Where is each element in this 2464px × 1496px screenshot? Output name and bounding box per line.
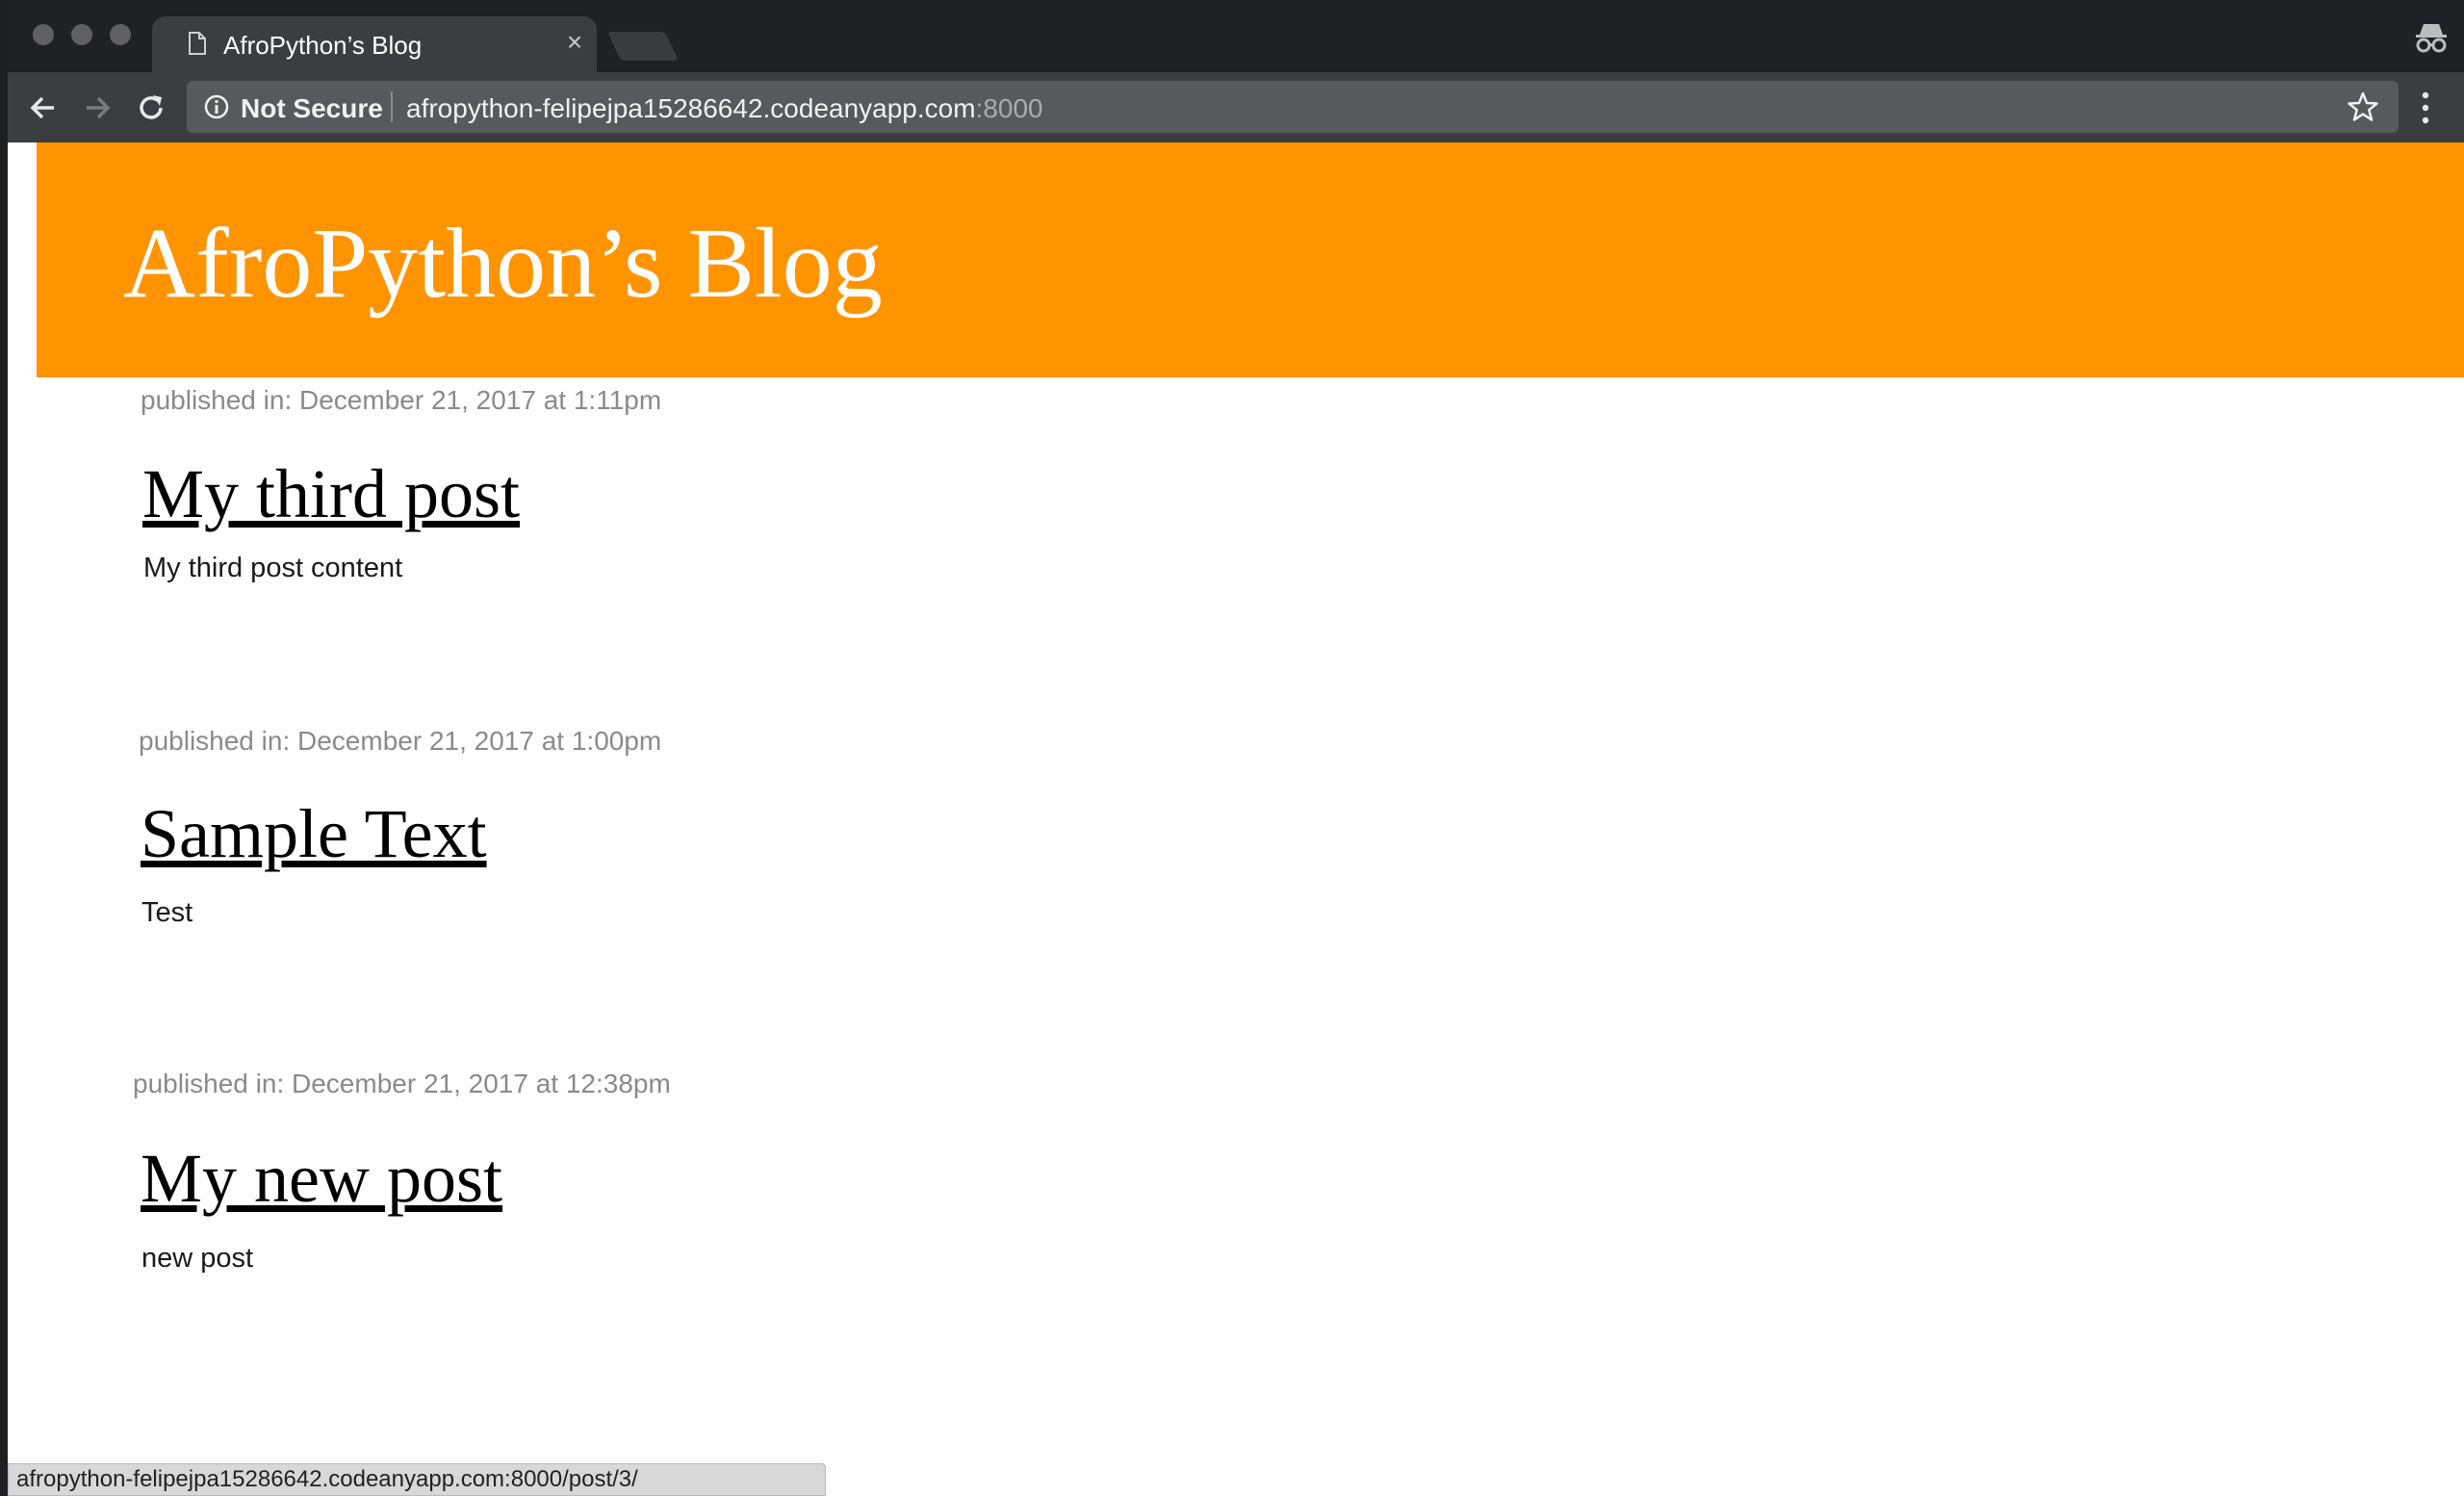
post-title-link[interactable]: My third post [142, 454, 520, 534]
back-arrow-icon[interactable] [25, 90, 62, 126]
kebab-menu-icon[interactable] [2420, 90, 2431, 126]
browser-toolbar: Not Secure afropython-felipejpa15286642.… [8, 72, 2464, 142]
tab-active[interactable]: AfroPython’s Blog × [152, 16, 597, 72]
blog-header: AfroPython’s Blog [37, 142, 2464, 377]
tab-title: AfroPython’s Blog [223, 31, 423, 60]
post-date: published in: December 21, 2017 at 1:11p… [141, 385, 662, 415]
browser-window: AfroPython’s Blog × Not Secure afropytho… [8, 0, 2464, 1496]
bookmark-star-icon[interactable] [2347, 90, 2379, 123]
link-status-bubble: afropython-felipejpa15286642.codeanyapp.… [8, 1463, 826, 1496]
post-body: Test [141, 897, 193, 928]
url-port: :8000 [975, 93, 1043, 123]
info-icon[interactable] [204, 94, 229, 119]
window-maximize-button[interactable] [110, 24, 131, 45]
window-close-button[interactable] [33, 24, 54, 45]
address-bar[interactable]: Not Secure afropython-felipejpa15286642.… [187, 81, 2399, 133]
post-body: My third post content [143, 553, 403, 583]
url-text[interactable]: afropython-felipejpa15286642.codeanyapp.… [406, 93, 1043, 124]
close-tab-icon[interactable]: × [560, 28, 589, 57]
post-title-link[interactable]: Sample Text [141, 794, 487, 874]
tab-strip: AfroPython’s Blog × [8, 0, 2464, 72]
incognito-icon [2416, 24, 2447, 53]
document-icon [189, 32, 206, 55]
reload-icon[interactable] [133, 90, 169, 126]
new-tab-button[interactable] [607, 32, 679, 61]
post-body: new post [141, 1243, 254, 1274]
post-date: published in: December 21, 2017 at 1:00p… [139, 726, 662, 756]
page-viewport: AfroPython’s Blog published in: December… [8, 142, 2464, 1496]
url-host: afropython-felipejpa15286642.codeanyapp.… [406, 93, 976, 123]
forward-arrow-icon[interactable] [79, 90, 116, 126]
window-minimize-button[interactable] [71, 24, 92, 45]
security-label[interactable]: Not Secure [241, 93, 383, 124]
address-separator [391, 91, 393, 122]
post-title-link[interactable]: My new post [141, 1139, 502, 1219]
blog-title-link[interactable]: AfroPython’s Blog [123, 206, 883, 321]
post-date: published in: December 21, 2017 at 12:38… [133, 1069, 671, 1098]
